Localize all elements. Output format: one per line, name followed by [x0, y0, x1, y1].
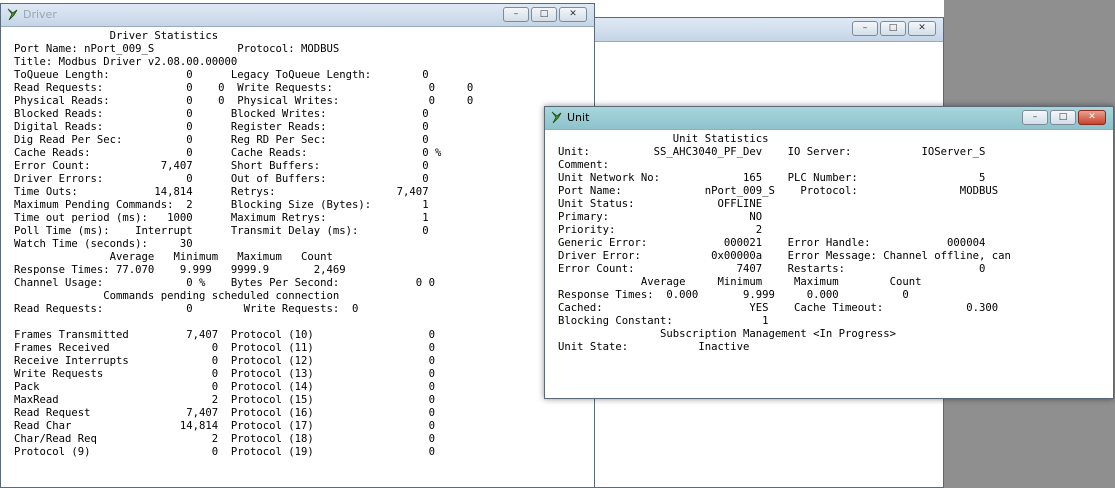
stat-line: Physical Reads: 0 0 Physical Writes: 0 0 — [14, 95, 474, 107]
stat-line: Average Minimum Maximum Count — [558, 276, 922, 288]
stat-line: Unit: SS_AHC3040_PF_Dev IO Server: IOSer… — [558, 146, 986, 158]
unit-statistics-panel: Unit Statistics Unit: SS_AHC3040_PF_Dev I… — [545, 129, 1113, 398]
driver-statistics-panel: Driver Statistics Port Name: nPort_009_S … — [1, 26, 594, 487]
window-title: Unit — [567, 111, 590, 124]
stat-line: Error Count: 7407 Restarts: 0 — [558, 263, 986, 275]
driver-window-controls: – □ ✕ — [503, 7, 589, 23]
stat-line: Poll Time (ms): Interrupt Transmit Delay… — [14, 225, 429, 237]
stat-line: Comment: — [558, 159, 610, 171]
stat-line: MaxRead 2 Protocol (15) 0 — [14, 394, 435, 406]
background-window-titlebar[interactable]: – □ ✕ — [587, 18, 943, 42]
maximize-button[interactable]: □ — [531, 7, 557, 22]
stat-line: Frames Transmitted 7,407 Protocol (10) 0 — [14, 329, 435, 341]
stat-line: Subscription Management <In Progress> — [558, 328, 897, 340]
stat-line: Driver Statistics — [14, 30, 219, 42]
stat-line: Driver Error: 0x00000a Error Message: Ch… — [558, 250, 1011, 262]
stat-line: Error Count: 7,407 Short Buffers: 0 — [14, 160, 429, 172]
driver-window-titlebar[interactable]: Driver – □ ✕ — [1, 4, 594, 27]
stat-line: Response Times: 0.000 9.999 0.000 0 — [558, 289, 909, 301]
stat-line: Primary: NO — [558, 211, 763, 223]
stat-line: Unit Status: OFFLINE — [558, 198, 763, 210]
stat-line: Write Requests 0 Protocol (13) 0 — [14, 368, 435, 380]
maximize-button[interactable]: □ — [1050, 110, 1076, 125]
stat-line: Read Requests: 0 0 Write Requests: 0 0 — [14, 82, 474, 94]
stat-line: Watch Time (seconds): 30 — [14, 238, 193, 250]
unit-window[interactable]: Unit – □ ✕ Unit Statistics Unit: SS_AHC30… — [544, 106, 1114, 399]
stat-line: Time out period (ms): 1000 Maximum Retry… — [14, 212, 429, 224]
stat-line: Port Name: nPort_009_S Protocol: MODBUS — [14, 43, 340, 55]
stat-line: Unit Statistics — [558, 133, 769, 145]
stat-line: Pack 0 Protocol (14) 0 — [14, 381, 435, 393]
app-icon — [551, 111, 562, 124]
maximize-button[interactable]: □ — [880, 21, 906, 36]
stat-line: Read Request 7,407 Protocol (16) 0 — [14, 407, 435, 419]
stat-line: Port Name: nPort_009_S Protocol: MODBUS — [558, 185, 999, 197]
stat-line: Cached: YES Cache Timeout: 0.300 — [558, 302, 999, 314]
stat-line: Priority: 2 — [558, 224, 763, 236]
minimize-button[interactable]: – — [1022, 110, 1048, 125]
stat-line: Generic Error: 000021 Error Handle: 0000… — [558, 237, 986, 249]
stat-line: Commands pending scheduled connection — [14, 290, 340, 302]
stat-line: Unit Network No: 165 PLC Number: 5 — [558, 172, 986, 184]
stat-line: Time Outs: 14,814 Retrys: 7,407 — [14, 186, 429, 198]
stat-line: Receive Interrupts 0 Protocol (12) 0 — [14, 355, 435, 367]
close-button[interactable]: ✕ — [559, 7, 587, 22]
stat-line: Dig Read Per Sec: 0 Reg RD Per Sec: 0 — [14, 134, 429, 146]
stat-line: Unit State: Inactive — [558, 341, 750, 353]
stat-line: Read Requests: 0 Write Requests: 0 — [14, 303, 359, 315]
window-title: Driver — [23, 8, 57, 21]
stat-line: Blocked Reads: 0 Blocked Writes: 0 — [14, 108, 429, 120]
stat-line: Average Minimum Maximum Count — [14, 251, 333, 263]
background-window-controls: – □ ✕ — [852, 21, 938, 37]
stat-line: Blocking Constant: 1 — [558, 315, 769, 327]
app-icon — [7, 8, 18, 21]
stat-line: Digital Reads: 0 Register Reads: 0 — [14, 121, 429, 133]
unit-window-titlebar[interactable]: Unit – □ ✕ — [545, 107, 1113, 130]
stat-line: Title: Modbus Driver v2.08.00.00000 — [14, 56, 238, 68]
unit-window-controls: – □ ✕ — [1022, 110, 1108, 126]
minimize-button[interactable]: – — [503, 7, 529, 22]
stat-line: Driver Errors: 0 Out of Buffers: 0 — [14, 173, 429, 185]
stat-line: Response Times: 77.070 9.999 9999.9 2,46… — [14, 264, 346, 276]
stat-line: Protocol (9) 0 Protocol (19) 0 — [14, 446, 435, 458]
stat-line: ToQueue Length: 0 Legacy ToQueue Length:… — [14, 69, 429, 81]
close-button[interactable]: ✕ — [908, 21, 936, 36]
stat-line: Channel Usage: 0 % Bytes Per Second: 0 0 — [14, 277, 435, 289]
minimize-button[interactable]: – — [852, 21, 878, 36]
stat-line: Char/Read Req 2 Protocol (18) 0 — [14, 433, 435, 445]
stat-line: Read Char 14,814 Protocol (17) 0 — [14, 420, 435, 432]
stat-line: Maximum Pending Commands: 2 Blocking Siz… — [14, 199, 429, 211]
driver-window[interactable]: Driver – □ ✕ Driver Statistics Port Name:… — [0, 3, 595, 488]
stat-line: Cache Reads: 0 Cache Reads: 0 % — [14, 147, 442, 159]
close-button[interactable]: ✕ — [1078, 110, 1106, 125]
stat-line: Frames Received 0 Protocol (11) 0 — [14, 342, 435, 354]
